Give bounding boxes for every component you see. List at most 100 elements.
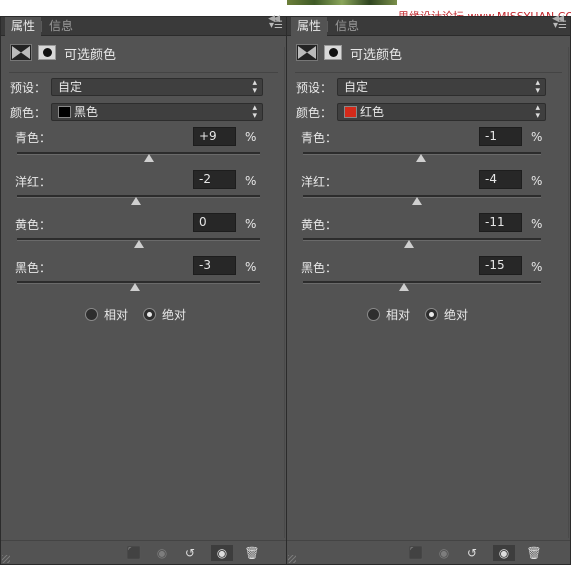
yellow-label: 黄色： [301, 218, 338, 232]
divider [295, 72, 562, 73]
cyan-value-input[interactable]: +9 [193, 127, 236, 146]
cyan-label: 青色： [15, 131, 52, 145]
tab-divider [41, 21, 42, 32]
yellow-slider-track[interactable] [303, 238, 541, 241]
tab-info[interactable]: 信息 [43, 17, 79, 36]
color-select[interactable]: 黑色 ▴ ▾ [51, 103, 263, 121]
updown-arrows-icon: ▴ ▾ [535, 78, 540, 96]
preset-label: 预设： [10, 81, 47, 95]
method-radio-group: 相对 绝对 [1, 306, 286, 322]
yellow-label: 黄色： [15, 218, 52, 232]
relative-radio[interactable]: 相对 [85, 306, 128, 323]
black-slider-thumb[interactable] [129, 283, 140, 291]
cyan-value-input[interactable]: -1 [479, 127, 522, 146]
tab-properties[interactable]: 属性 [5, 17, 42, 36]
panel-header: 可选颜色 [1, 37, 286, 67]
black-value-input[interactable]: -3 [193, 256, 236, 275]
panel-edge [284, 47, 285, 538]
radio-dot [85, 308, 98, 321]
tab-bar: 属性 信息 ◀◀ ▾☰ [287, 14, 570, 36]
updown-arrows-icon: ▴ ▾ [252, 103, 257, 121]
reset-icon[interactable]: ↺ [179, 545, 201, 561]
magenta-slider-thumb[interactable] [131, 197, 142, 205]
radio-dot-selected [143, 308, 156, 321]
panel-menu-icon[interactable]: ▾☰ [269, 20, 283, 31]
visibility-eye-icon[interactable]: ◉ [493, 545, 515, 561]
magenta-label: 洋红： [15, 175, 52, 189]
cyan-slider-track[interactable] [17, 152, 260, 155]
tab-bar: 属性 信息 ◀◀ ▾☰ [1, 14, 286, 36]
canvas-image-edge [287, 0, 397, 5]
absolute-label: 绝对 [162, 308, 187, 322]
absolute-label: 绝对 [444, 308, 469, 322]
layer-mask-icon[interactable] [324, 45, 342, 60]
black-label: 黑色： [15, 261, 52, 275]
updown-arrows-icon: ▴ ▾ [535, 103, 540, 121]
tab-info[interactable]: 信息 [329, 17, 365, 36]
absolute-radio[interactable]: 绝对 [143, 306, 186, 323]
tab-properties[interactable]: 属性 [291, 17, 328, 36]
view-previous-state-icon[interactable]: ◉ [151, 545, 173, 561]
color-value: 红色 [360, 105, 385, 119]
yellow-slider-thumb[interactable] [133, 240, 144, 248]
radio-dot [367, 308, 380, 321]
black-slider-track[interactable] [303, 281, 541, 284]
reset-icon[interactable]: ↺ [461, 545, 483, 561]
magenta-unit: % [531, 174, 543, 188]
preset-select[interactable]: 自定 ▴ ▾ [51, 78, 263, 96]
black-slider-thumb[interactable] [399, 283, 410, 291]
clip-to-layer-icon[interactable]: ⬛ [405, 545, 427, 561]
view-previous-state-icon[interactable]: ◉ [433, 545, 455, 561]
preset-value: 自定 [58, 80, 83, 94]
resize-grip[interactable] [288, 555, 296, 563]
black-label: 黑色： [301, 261, 338, 275]
relative-label: 相对 [386, 308, 411, 322]
magenta-slider-thumb[interactable] [412, 197, 423, 205]
color-select[interactable]: 红色 ▴ ▾ [337, 103, 546, 121]
preset-label: 预设： [296, 81, 333, 95]
trash-icon[interactable]: 🗑 [241, 545, 263, 561]
resize-grip[interactable] [2, 555, 10, 563]
yellow-value-input[interactable]: -11 [479, 213, 522, 232]
panel-menu-icon[interactable]: ▾☰ [553, 20, 567, 31]
layer-mask-icon[interactable] [38, 45, 56, 60]
clip-to-layer-icon[interactable]: ⬛ [123, 545, 145, 561]
cyan-slider-thumb[interactable] [415, 154, 426, 162]
updown-arrows-icon: ▴ ▾ [252, 78, 257, 96]
preset-select[interactable]: 自定 ▴ ▾ [337, 78, 546, 96]
black-unit: % [245, 260, 257, 274]
visibility-eye-icon[interactable]: ◉ [211, 545, 233, 561]
properties-panel-right: 属性 信息 ◀◀ ▾☰ 可选颜色 预设： 自定 ▴ ▾ 颜色： 红色 ▴ ▾ 青色：… [286, 14, 571, 565]
cyan-label: 青色： [301, 131, 338, 145]
cyan-slider-thumb[interactable] [144, 154, 155, 162]
yellow-value-input[interactable]: 0 [193, 213, 236, 232]
divider [9, 72, 278, 73]
absolute-radio[interactable]: 绝对 [425, 306, 468, 323]
panel-title: 可选颜色 [64, 48, 117, 63]
selective-color-icon [10, 44, 32, 61]
preset-value: 自定 [344, 80, 369, 94]
color-label: 颜色： [296, 106, 333, 120]
black-value-input[interactable]: -15 [479, 256, 522, 275]
color-swatch [58, 106, 71, 118]
panel-footer: ⬛ ◉ ↺ ◉ 🗑 [1, 540, 286, 564]
yellow-unit: % [531, 217, 543, 231]
magenta-label: 洋红： [301, 175, 338, 189]
panel-edge [568, 47, 569, 538]
black-unit: % [531, 260, 543, 274]
selective-color-icon [296, 44, 318, 61]
yellow-unit: % [245, 217, 257, 231]
color-swatch [344, 106, 357, 118]
panel-footer: ⬛ ◉ ↺ ◉ 🗑 [287, 540, 570, 564]
relative-label: 相对 [104, 308, 129, 322]
magenta-value-input[interactable]: -2 [193, 170, 236, 189]
magenta-unit: % [245, 174, 257, 188]
relative-radio[interactable]: 相对 [367, 306, 410, 323]
magenta-value-input[interactable]: -4 [479, 170, 522, 189]
color-value: 黑色 [74, 105, 99, 119]
trash-icon[interactable]: 🗑 [523, 545, 545, 561]
properties-panel-left: 属性 信息 ◀◀ ▾☰ 可选颜色 预设： 自定 ▴ ▾ 颜色： 黑色 ▴ ▾ 青色：… [0, 14, 287, 565]
yellow-slider-thumb[interactable] [403, 240, 414, 248]
panel-header: 可选颜色 [287, 37, 570, 67]
color-label: 颜色： [10, 106, 47, 120]
